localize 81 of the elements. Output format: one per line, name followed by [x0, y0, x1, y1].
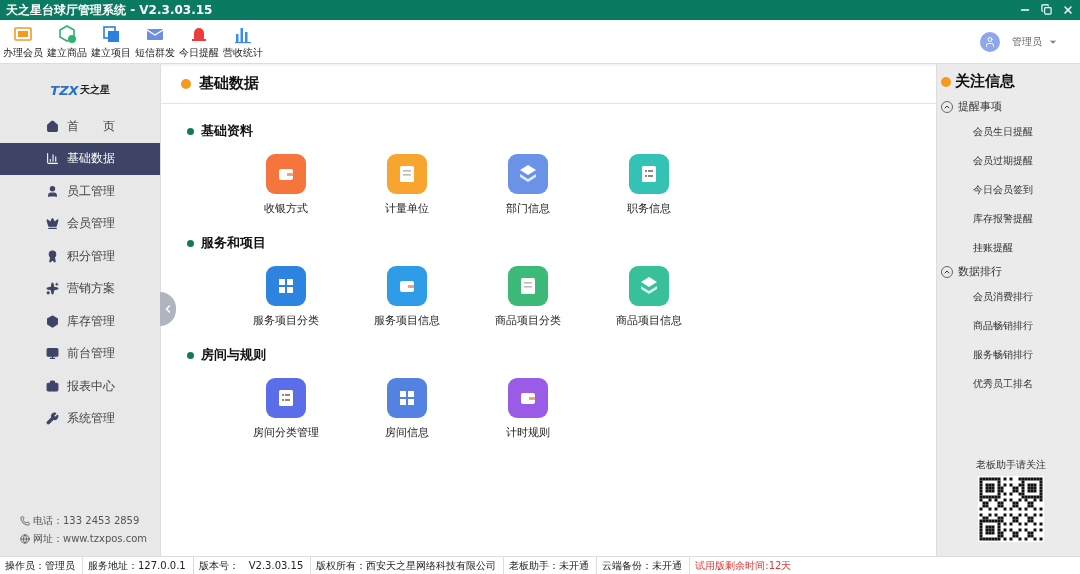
home-icon [46, 119, 59, 133]
module-tile[interactable]: 计时规则 [467, 378, 588, 440]
section-title: 基础资料 [201, 122, 253, 140]
focus-link[interactable]: 会员消费排行 [941, 282, 1080, 311]
bullet-icon [187, 351, 194, 359]
toolbar-button[interactable]: 短信群发 [134, 23, 176, 60]
bullet-icon [941, 76, 951, 87]
group-toggle[interactable]: 数据排行 [941, 262, 1080, 282]
person-icon [46, 184, 59, 198]
close-icon[interactable] [1062, 4, 1074, 16]
status-text: 版本号： V2.3.03.15 [193, 557, 312, 574]
status-text: 云端备份：未开通 [597, 557, 691, 574]
toolbar-button[interactable]: 建立项目 [90, 23, 132, 60]
status-text: 操作员：管理员 [0, 557, 83, 574]
bullet-icon [187, 127, 194, 135]
section-title: 服务和项目 [201, 234, 266, 252]
focus-link[interactable]: 挂账提醒 [941, 233, 1080, 262]
box-icon [46, 314, 59, 328]
bag-icon [46, 379, 59, 393]
status-text: 老板助手：未开通 [504, 557, 598, 574]
cube-plus-icon [57, 23, 77, 44]
sidebar-item[interactable]: 库存管理 [0, 305, 160, 338]
sidebar-item[interactable]: 前台管理 [0, 337, 160, 370]
focus-link[interactable]: 优秀员工排名 [941, 369, 1080, 398]
contact-text: 网址：www.tzxpos.com [20, 532, 160, 546]
sparkle-icon [46, 282, 59, 296]
toolbar-button[interactable]: 今日提醒 [178, 23, 220, 60]
focus-link[interactable]: 会员生日提醒 [941, 117, 1080, 146]
restore-icon[interactable] [1041, 4, 1052, 15]
crown-icon [46, 217, 59, 231]
sidebar-item[interactable]: 营销方案 [0, 272, 160, 305]
status-text: 服务地址：127.0.0.1 [83, 557, 194, 574]
focus-link[interactable]: 今日会员签到 [941, 175, 1080, 204]
focus-link[interactable]: 库存报警提醒 [941, 204, 1080, 233]
module-tile[interactable]: 商品项目信息 [588, 266, 709, 328]
sidebar-item[interactable]: 基础数据 [0, 142, 160, 175]
sidebar-item[interactable]: 员工管理 [0, 175, 160, 208]
focus-link[interactable]: 商品畅销排行 [941, 311, 1080, 340]
sidebar-item[interactable]: 会员管理 [0, 207, 160, 240]
bullet-icon [187, 239, 194, 247]
sidebar-item[interactable]: 报表中心 [0, 370, 160, 403]
focus-link[interactable]: 服务畅销排行 [941, 340, 1080, 369]
bullet-icon [181, 78, 191, 89]
module-tile[interactable]: 服务项目信息 [346, 266, 467, 328]
group-toggle[interactable]: 提醒事项 [941, 97, 1080, 117]
module-tile[interactable]: 部门信息 [467, 154, 588, 216]
user-menu[interactable]: 管理员 [1006, 33, 1064, 50]
monitor-icon [46, 347, 59, 361]
module-tile[interactable]: 收银方式 [225, 154, 346, 216]
module-tile[interactable]: 房间分类管理 [225, 378, 346, 440]
qr-code [977, 476, 1044, 542]
bar-chart-icon [46, 152, 59, 166]
toolbar-button[interactable]: 办理会员 [2, 23, 44, 60]
phone-icon [20, 516, 30, 526]
module-tile[interactable]: 计量单位 [346, 154, 467, 216]
collapse-handle[interactable] [160, 292, 176, 326]
toolbar-button[interactable]: 建立商品 [46, 23, 88, 60]
sidebar-item[interactable]: 积分管理 [0, 240, 160, 273]
medal-icon [46, 249, 59, 263]
logo-mark: TZX [50, 82, 79, 98]
sidebar-item[interactable]: 系统管理 [0, 402, 160, 435]
module-tile[interactable]: 房间信息 [346, 378, 467, 440]
add-square-icon [101, 23, 121, 44]
window-title: 天之星台球厅管理系统 - V2.3.03.15 [6, 1, 213, 19]
logo-text: 天之星 [79, 83, 110, 97]
focus-link[interactable]: 会员过期提醒 [941, 146, 1080, 175]
page-title: 基础数据 [199, 74, 259, 93]
qr-caption: 老板助手请关注 [975, 458, 1046, 472]
module-tile[interactable]: 服务项目分类 [225, 266, 346, 328]
tools-icon [46, 412, 59, 426]
module-tile[interactable]: 商品项目分类 [467, 266, 588, 328]
section-title: 房间与规则 [201, 346, 266, 364]
panel-title: 关注信息 [955, 72, 1015, 91]
module-tile[interactable]: 职务信息 [588, 154, 709, 216]
status-text: 版权所有：西安天之星网络科技有限公司 [311, 557, 505, 574]
contact-text: 电话：133 2453 2859 [20, 514, 160, 528]
globe-icon [20, 534, 30, 544]
status-text: 试用版剩余时间:12天 [694, 558, 793, 573]
toolbar-button[interactable]: 营收统计 [222, 23, 264, 60]
avatar-icon [980, 31, 1000, 52]
sidebar-item[interactable]: 首 页 [0, 110, 160, 143]
